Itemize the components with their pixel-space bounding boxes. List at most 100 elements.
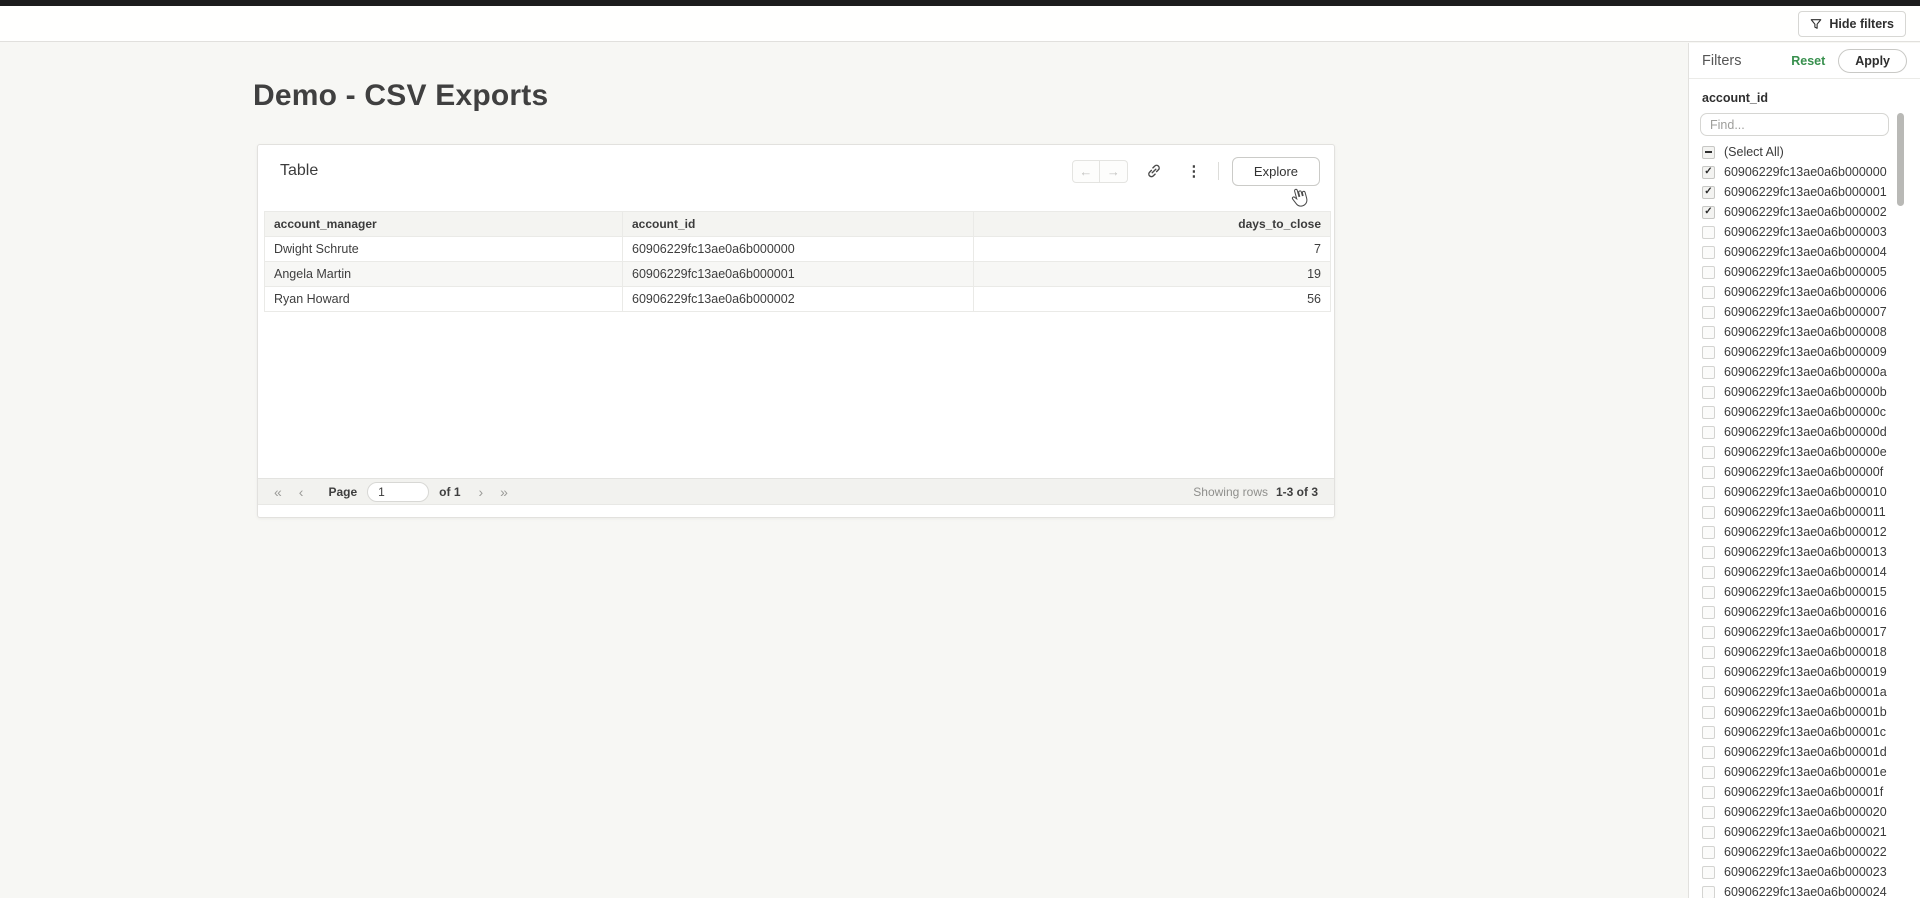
filter-option[interactable]: 60906229fc13ae0a6b000003 (1689, 222, 1920, 242)
filter-option[interactable]: 60906229fc13ae0a6b000009 (1689, 342, 1920, 362)
unchecked-checkbox-icon[interactable] (1702, 766, 1715, 779)
unchecked-checkbox-icon[interactable] (1702, 846, 1715, 859)
unchecked-checkbox-icon[interactable] (1702, 426, 1715, 439)
filter-option[interactable]: 60906229fc13ae0a6b000006 (1689, 282, 1920, 302)
filter-option[interactable]: 60906229fc13ae0a6b000019 (1689, 662, 1920, 682)
filter-option[interactable]: 60906229fc13ae0a6b00001c (1689, 722, 1920, 742)
filter-option[interactable]: 60906229fc13ae0a6b00001b (1689, 702, 1920, 722)
indeterminate-checkbox-icon[interactable] (1702, 146, 1715, 159)
filter-option[interactable]: 60906229fc13ae0a6b000020 (1689, 802, 1920, 822)
page-number-input[interactable] (367, 482, 429, 502)
filter-option[interactable]: 60906229fc13ae0a6b000012 (1689, 522, 1920, 542)
unchecked-checkbox-icon[interactable] (1702, 346, 1715, 359)
unchecked-checkbox-icon[interactable] (1702, 366, 1715, 379)
filter-option[interactable]: 60906229fc13ae0a6b000018 (1689, 642, 1920, 662)
filter-option[interactable]: 60906229fc13ae0a6b00000d (1689, 422, 1920, 442)
filter-option[interactable]: 60906229fc13ae0a6b000017 (1689, 622, 1920, 642)
unchecked-checkbox-icon[interactable] (1702, 866, 1715, 879)
kebab-menu-button[interactable]: ⋮ (1180, 159, 1208, 183)
filter-option[interactable]: 60906229fc13ae0a6b00000a (1689, 362, 1920, 382)
unchecked-checkbox-icon[interactable] (1702, 486, 1715, 499)
filters-title: Filters (1702, 53, 1741, 69)
filter-option[interactable]: 60906229fc13ae0a6b00001e (1689, 762, 1920, 782)
explore-button[interactable]: Explore (1232, 157, 1320, 186)
filter-option[interactable]: 60906229fc13ae0a6b000022 (1689, 842, 1920, 862)
unchecked-checkbox-icon[interactable] (1702, 666, 1715, 679)
unchecked-checkbox-icon[interactable] (1702, 306, 1715, 319)
filter-option[interactable]: 60906229fc13ae0a6b000016 (1689, 602, 1920, 622)
filter-option[interactable]: 60906229fc13ae0a6b00000e (1689, 442, 1920, 462)
unchecked-checkbox-icon[interactable] (1702, 326, 1715, 339)
filter-search-input[interactable] (1700, 113, 1889, 136)
card-header: Table ← → ⋮ Explore (258, 145, 1334, 211)
last-page-button[interactable]: » (500, 485, 508, 499)
link-button[interactable] (1140, 159, 1168, 183)
unchecked-checkbox-icon[interactable] (1702, 546, 1715, 559)
unchecked-checkbox-icon[interactable] (1702, 746, 1715, 759)
filter-option[interactable]: 60906229fc13ae0a6b000015 (1689, 582, 1920, 602)
filter-option[interactable]: 60906229fc13ae0a6b000010 (1689, 482, 1920, 502)
unchecked-checkbox-icon[interactable] (1702, 786, 1715, 799)
column-header-days-to-close[interactable]: days_to_close (974, 212, 1331, 237)
hide-filters-button[interactable]: Hide filters (1798, 11, 1906, 37)
filter-option[interactable]: 60906229fc13ae0a6b00000b (1689, 382, 1920, 402)
unchecked-checkbox-icon[interactable] (1702, 726, 1715, 739)
filter-option[interactable]: ✓60906229fc13ae0a6b000001 (1689, 182, 1920, 202)
unchecked-checkbox-icon[interactable] (1702, 806, 1715, 819)
unchecked-checkbox-icon[interactable] (1702, 586, 1715, 599)
filter-option[interactable]: ✓60906229fc13ae0a6b000002 (1689, 202, 1920, 222)
filter-option[interactable]: 60906229fc13ae0a6b000014 (1689, 562, 1920, 582)
filter-option[interactable]: 60906229fc13ae0a6b00000c (1689, 402, 1920, 422)
unchecked-checkbox-icon[interactable] (1702, 386, 1715, 399)
unchecked-checkbox-icon[interactable] (1702, 446, 1715, 459)
unchecked-checkbox-icon[interactable] (1702, 706, 1715, 719)
unchecked-checkbox-icon[interactable] (1702, 826, 1715, 839)
forward-arrow-button[interactable]: → (1100, 160, 1128, 183)
checked-checkbox-icon[interactable]: ✓ (1702, 186, 1715, 199)
unchecked-checkbox-icon[interactable] (1702, 566, 1715, 579)
filter-option[interactable]: 60906229fc13ae0a6b000023 (1689, 862, 1920, 882)
filter-option[interactable]: 60906229fc13ae0a6b000008 (1689, 322, 1920, 342)
filter-option[interactable]: 60906229fc13ae0a6b00001d (1689, 742, 1920, 762)
prev-page-button[interactable]: ‹ (299, 485, 304, 499)
checked-checkbox-icon[interactable]: ✓ (1702, 206, 1715, 219)
back-arrow-button[interactable]: ← (1072, 160, 1100, 183)
filter-option[interactable]: 60906229fc13ae0a6b00001f (1689, 782, 1920, 802)
unchecked-checkbox-icon[interactable] (1702, 226, 1715, 239)
filter-select-all[interactable]: (Select All) (1689, 142, 1920, 162)
filter-option[interactable]: 60906229fc13ae0a6b000004 (1689, 242, 1920, 262)
unchecked-checkbox-icon[interactable] (1702, 406, 1715, 419)
unchecked-checkbox-icon[interactable] (1702, 506, 1715, 519)
column-header-account-manager[interactable]: account_manager (265, 212, 623, 237)
reset-button[interactable]: Reset (1791, 54, 1825, 68)
unchecked-checkbox-icon[interactable] (1702, 466, 1715, 479)
filter-option[interactable]: 60906229fc13ae0a6b000021 (1689, 822, 1920, 842)
next-page-button[interactable]: › (479, 485, 484, 499)
unchecked-checkbox-icon[interactable] (1702, 266, 1715, 279)
column-header-account-id[interactable]: account_id (623, 212, 974, 237)
unchecked-checkbox-icon[interactable] (1702, 646, 1715, 659)
filter-option[interactable]: 60906229fc13ae0a6b00000f (1689, 462, 1920, 482)
first-page-button[interactable]: « (274, 485, 282, 499)
filter-option[interactable]: 60906229fc13ae0a6b000005 (1689, 262, 1920, 282)
filter-option[interactable]: ✓60906229fc13ae0a6b000000 (1689, 162, 1920, 182)
filter-option-label: 60906229fc13ae0a6b00001e (1724, 765, 1887, 779)
filter-option[interactable]: 60906229fc13ae0a6b000007 (1689, 302, 1920, 322)
filter-option-label: 60906229fc13ae0a6b00000f (1724, 465, 1883, 479)
apply-button[interactable]: Apply (1838, 49, 1907, 73)
checked-checkbox-icon[interactable]: ✓ (1702, 166, 1715, 179)
filter-option[interactable]: 60906229fc13ae0a6b000013 (1689, 542, 1920, 562)
unchecked-checkbox-icon[interactable] (1702, 286, 1715, 299)
filter-option-label: 60906229fc13ae0a6b000009 (1724, 345, 1887, 359)
unchecked-checkbox-icon[interactable] (1702, 606, 1715, 619)
unchecked-checkbox-icon[interactable] (1702, 626, 1715, 639)
filter-option[interactable]: 60906229fc13ae0a6b00001a (1689, 682, 1920, 702)
sidebar-scrollbar-thumb[interactable] (1897, 113, 1904, 206)
filter-option[interactable]: 60906229fc13ae0a6b000024 (1689, 882, 1920, 898)
filter-option-label: 60906229fc13ae0a6b000006 (1724, 285, 1887, 299)
unchecked-checkbox-icon[interactable] (1702, 686, 1715, 699)
unchecked-checkbox-icon[interactable] (1702, 246, 1715, 259)
filter-option[interactable]: 60906229fc13ae0a6b000011 (1689, 502, 1920, 522)
unchecked-checkbox-icon[interactable] (1702, 886, 1715, 898)
unchecked-checkbox-icon[interactable] (1702, 526, 1715, 539)
